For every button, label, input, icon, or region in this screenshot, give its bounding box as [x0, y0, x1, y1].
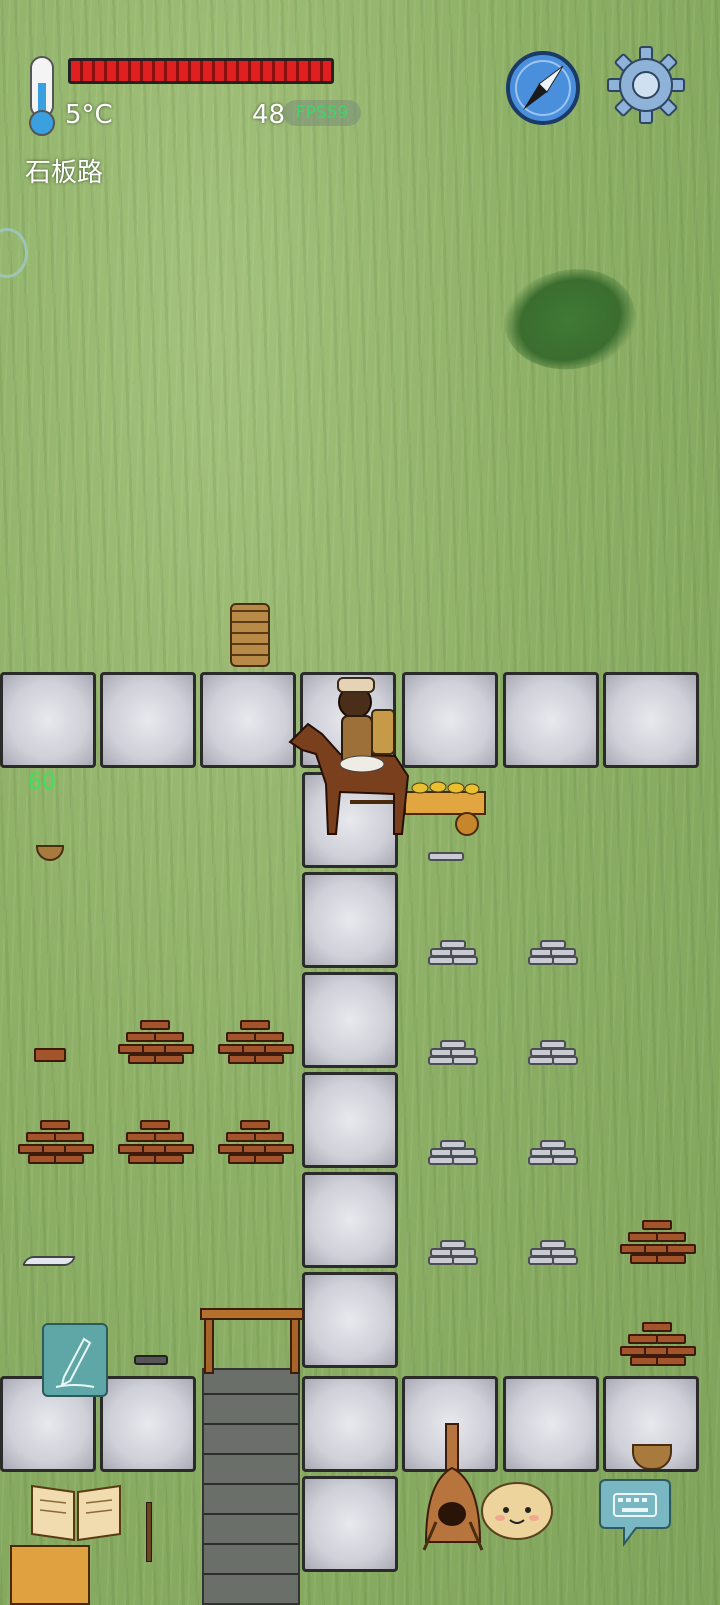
location-label: 石板路	[25, 158, 104, 188]
stick[interactable]	[146, 1502, 152, 1562]
floating-number: 60	[28, 770, 56, 795]
wooden-crate[interactable]	[10, 1545, 90, 1605]
brick-stack[interactable]	[218, 1020, 294, 1066]
stone-tile[interactable]	[302, 872, 398, 968]
stone-tile[interactable]	[302, 1272, 398, 1368]
temperature-label: 5°C	[65, 100, 113, 130]
brick-stack[interactable]	[118, 1120, 194, 1166]
ingot[interactable]	[428, 852, 464, 864]
iron-ingot-stack[interactable]	[528, 1240, 578, 1266]
stone-tile[interactable]	[503, 1376, 599, 1472]
basket[interactable]	[36, 845, 64, 861]
health-bar	[68, 58, 334, 84]
brick-stack[interactable]	[18, 1120, 94, 1166]
wooden-gate[interactable]	[200, 1308, 304, 1374]
potato-face-icon[interactable]	[480, 1480, 554, 1542]
pencil-note-icon[interactable]	[42, 1323, 108, 1397]
compass-icon[interactable]	[505, 50, 581, 126]
stone-tile[interactable]	[100, 1376, 196, 1472]
iron-ingot-stack[interactable]	[528, 1140, 578, 1166]
stone-tile[interactable]	[302, 1072, 398, 1168]
brick-stack[interactable]	[620, 1220, 696, 1266]
iron-ingot-stack[interactable]	[528, 1040, 578, 1066]
stone-tile[interactable]	[302, 1172, 398, 1268]
brick[interactable]	[34, 1046, 66, 1064]
wooden-bucket[interactable]	[230, 603, 270, 667]
player-on-horse[interactable]	[280, 664, 490, 839]
stone-tile[interactable]	[603, 672, 699, 768]
stone-piece[interactable]	[134, 1355, 168, 1367]
stone-tile[interactable]	[302, 1476, 398, 1572]
stone-tile[interactable]	[100, 672, 196, 768]
stone-tile[interactable]	[302, 1376, 398, 1472]
brick-stack[interactable]	[118, 1020, 194, 1066]
open-book-icon[interactable]	[28, 1478, 124, 1544]
keyboard-chat-icon[interactable]	[594, 1478, 674, 1548]
kiln[interactable]	[418, 1422, 488, 1552]
stone-tile[interactable]	[302, 972, 398, 1068]
iron-ingot-stack[interactable]	[428, 1140, 478, 1166]
iron-ingot-stack[interactable]	[428, 940, 478, 966]
flint-blade[interactable]	[22, 1252, 76, 1268]
brick-stack[interactable]	[620, 1322, 696, 1368]
iron-ingot-stack[interactable]	[528, 940, 578, 966]
brick-stack[interactable]	[218, 1120, 294, 1166]
stone-tile[interactable]	[0, 672, 96, 768]
gear-icon[interactable]	[606, 45, 686, 125]
thermometer-icon	[25, 55, 59, 139]
iron-ingot-stack[interactable]	[428, 1040, 478, 1066]
game-world[interactable]	[0, 0, 720, 1605]
stone-tile[interactable]	[503, 672, 599, 768]
dark-bush	[492, 252, 648, 388]
iron-ingot-stack[interactable]	[428, 1240, 478, 1266]
mossy-wall[interactable]	[202, 1368, 300, 1605]
counter-label: 48	[252, 100, 286, 130]
fps-badge: FPS59	[283, 100, 361, 126]
